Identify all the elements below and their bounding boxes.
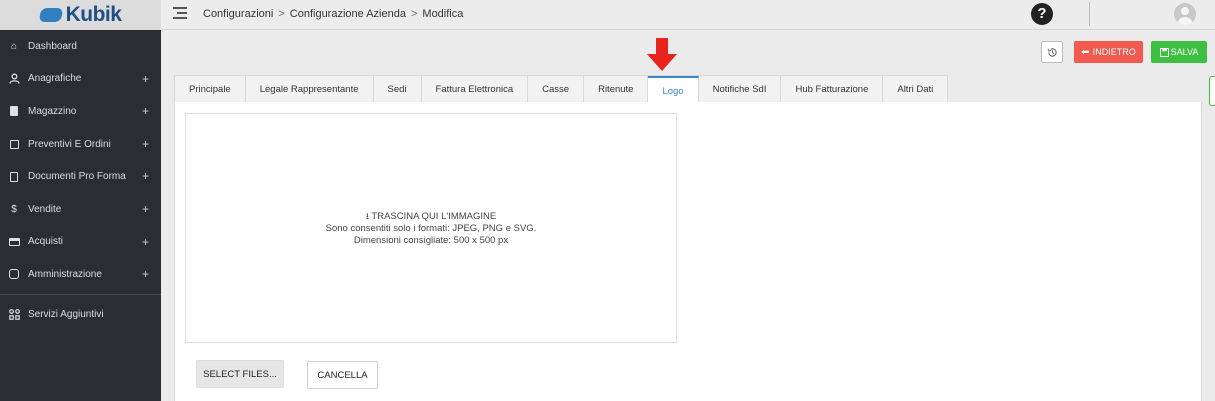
tab-logo[interactable]: Logo <box>648 76 699 104</box>
dropzone-title: TRASCINA QUI L'IMMAGINE <box>371 210 497 222</box>
tab-hub-fatturazione[interactable]: Hub Fatturazione <box>781 76 884 103</box>
sidebar-item-servizi-aggiuntivi[interactable]: Servizi Aggiuntivi <box>0 298 161 331</box>
sidebar-item-vendite[interactable]: $ Vendite + <box>0 193 161 226</box>
database-icon <box>8 268 20 280</box>
sidebar-item-label: Magazzino <box>28 105 77 117</box>
tab-altri-dati[interactable]: Altri Dati <box>883 76 947 103</box>
sidebar-item-label: Acquisti <box>28 236 64 248</box>
save-button-label: SALVA <box>1170 47 1199 57</box>
sidebar-item-acquisti[interactable]: Acquisti + <box>0 226 161 259</box>
apps-icon <box>8 308 20 320</box>
tab-ritenute[interactable]: Ritenute <box>584 76 649 103</box>
back-button-label: INDIETRO <box>1092 47 1136 57</box>
logo-text: Kubik <box>65 3 122 26</box>
expand-plus-icon[interactable]: + <box>142 267 149 281</box>
top-bar: Configurazioni > Configurazione Azienda > Mo… <box>161 0 1215 30</box>
floppy-disk-icon <box>1159 47 1169 57</box>
menu-toggle-icon[interactable] <box>173 7 187 19</box>
sidebar-item-label: Anagrafiche <box>28 73 82 85</box>
tab-legale-rappresentante[interactable]: Legale Rappresentante <box>246 76 374 103</box>
breadcrumb: Configurazioni > Configurazione Azienda > Mo… <box>203 8 463 20</box>
tab-fattura-elettronica[interactable]: Fattura Elettronica <box>422 76 529 103</box>
expand-plus-icon[interactable]: + <box>142 72 149 86</box>
image-dropzone[interactable]: ⭳ TRASCINA QUI L'IMMAGINE Sono consentit… <box>185 113 677 343</box>
red-arrow-down-icon <box>647 38 677 71</box>
sidebar-divider <box>0 293 161 295</box>
sidebar-item-label: Dashboard <box>28 40 77 52</box>
tab-principale[interactable]: Principale <box>175 76 246 103</box>
help-icon[interactable]: ? <box>1031 3 1053 25</box>
breadcrumb-item-current: Modifica <box>422 8 464 20</box>
sidebar-item-label: Amministrazione <box>28 268 102 280</box>
home-icon: ⌂ <box>10 40 18 52</box>
card-icon <box>8 236 20 248</box>
breadcrumb-item[interactable]: Configurazioni <box>203 8 273 20</box>
sidebar-item-amministrazione[interactable]: Amministrazione + <box>0 258 161 291</box>
expand-plus-icon[interactable]: + <box>142 202 149 216</box>
folder-icon <box>8 138 20 150</box>
header-divider <box>1089 2 1090 26</box>
box-icon <box>8 105 20 117</box>
user-icon <box>8 73 20 85</box>
expand-plus-icon[interactable]: + <box>142 104 149 118</box>
breadcrumb-item[interactable]: Configurazione Azienda <box>290 8 406 20</box>
back-button[interactable]: ⬅ INDIETRO <box>1074 41 1143 63</box>
side-panel-handle[interactable] <box>1209 76 1215 106</box>
breadcrumb-separator: > <box>410 8 418 20</box>
sidebar-item-label: Preventivi E Ordini <box>28 138 111 150</box>
tab-bar: Principale Legale Rappresentante Sedi Fa… <box>174 75 949 104</box>
dropzone-dimensions: Dimensioni consigliate: 500 x 500 px <box>353 234 509 246</box>
history-icon <box>1047 47 1057 57</box>
sidebar-item-anagrafiche[interactable]: Anagrafiche + <box>0 63 161 96</box>
logo-tab-panel: ⭳ TRASCINA QUI L'IMMAGINE Sono consentit… <box>174 102 1202 401</box>
app-logo[interactable]: Kubik <box>0 0 161 30</box>
sidebar-item-magazzino[interactable]: Magazzino + <box>0 95 161 128</box>
expand-plus-icon[interactable]: + <box>142 169 149 183</box>
expand-plus-icon[interactable]: + <box>142 137 149 151</box>
tab-sedi[interactable]: Sedi <box>374 76 422 103</box>
dropzone-formats: Sono consentiti solo i formati: JPEG, PN… <box>325 222 537 234</box>
tab-notifiche-sdi[interactable]: Notifiche SdI <box>699 76 782 103</box>
arrow-left-icon: ⬅ <box>1081 46 1090 58</box>
dollar-icon: $ <box>11 203 17 215</box>
logo-mark-icon <box>38 8 63 22</box>
breadcrumb-separator: > <box>278 8 285 20</box>
cancel-button[interactable]: CANCELLA <box>307 361 378 389</box>
sidebar-item-dashboard[interactable]: ⌂ Dashboard <box>0 30 161 63</box>
document-icon <box>8 171 20 183</box>
sidebar: ⌂ Dashboard Anagrafiche + Magazzino + Pr… <box>0 30 161 401</box>
sidebar-item-preventivi-e-ordini[interactable]: Preventivi E Ordini + <box>0 128 161 161</box>
sidebar-item-label: Documenti Pro Forma <box>28 171 126 183</box>
user-avatar[interactable] <box>1174 3 1196 25</box>
upload-icon: ⭳ <box>365 210 369 221</box>
sidebar-item-label: Vendite <box>28 203 62 215</box>
tab-casse[interactable]: Casse <box>528 76 585 103</box>
select-files-button[interactable]: SELECT FILES... <box>196 360 284 388</box>
expand-plus-icon[interactable]: + <box>142 235 149 249</box>
save-button[interactable]: SALVA <box>1151 41 1207 63</box>
history-button[interactable] <box>1041 41 1063 63</box>
action-toolbar: ⬅ INDIETRO SALVA <box>161 30 1215 72</box>
sidebar-item-label: Servizi Aggiuntivi <box>28 308 104 320</box>
sidebar-item-documenti-pro-forma[interactable]: Documenti Pro Forma + <box>0 160 161 193</box>
